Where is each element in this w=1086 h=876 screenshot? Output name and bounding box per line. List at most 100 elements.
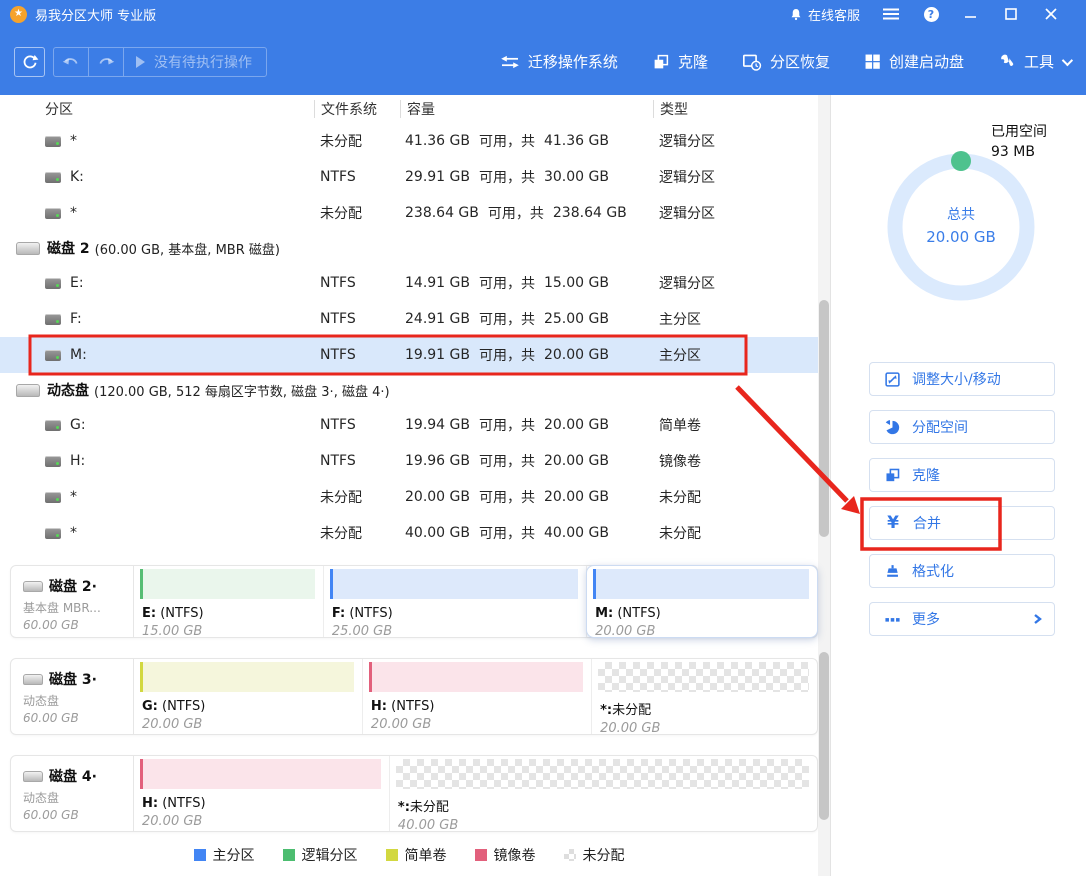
tools-label: 工具 [1024,51,1054,72]
clone-button[interactable]: 克隆 [652,51,708,72]
legend-swatch-mirror [475,849,487,861]
more-dots-icon [884,611,901,628]
disk-group-row[interactable]: 动态盘 (120.00 GB, 512 每扇区字节数, 磁盘 3·, 磁盘 4·… [0,373,818,407]
create-bootable-button[interactable]: 创建启动盘 [864,51,964,72]
disk-map-partition[interactable]: *:未分配 20.00 GB [592,659,817,734]
play-icon [136,56,145,68]
table-row[interactable]: H: NTFS 19.96 GB可用，共20.00 GB 镜像卷 [0,443,818,479]
format-icon [884,563,901,580]
minimize-button[interactable] [962,5,980,23]
partition-recovery-label: 分区恢复 [770,51,830,72]
close-icon [1045,8,1057,20]
redo-button[interactable] [89,48,123,76]
close-button[interactable] [1042,5,1060,23]
legend-swatch-unallocated [564,849,576,861]
table-row[interactable]: F: NTFS 24.91 GB可用，共25.00 GB 主分区 [0,301,818,337]
refresh-button[interactable] [14,47,45,77]
drive-icon [45,208,61,219]
drive-icon [45,456,61,467]
chevron-right-icon [1033,613,1042,625]
partition-bar [396,759,809,789]
clone-icon [652,53,670,71]
partition-recovery-button[interactable]: 分区恢复 [742,51,830,72]
partition-bar [140,569,315,599]
table-row-selected[interactable]: M: NTFS 19.91 GB可用，共20.00 GB 主分区 [0,337,818,373]
drive-icon [45,350,61,361]
total-capacity-value: 20.00 GB [901,228,1021,246]
disk-group-detail: (60.00 GB, 基本盘, MBR 磁盘) [95,239,280,258]
merge-icon: ¥ [884,515,902,532]
undo-icon [62,55,80,69]
disk-map-partition[interactable]: E: (NTFS) 15.00 GB [134,566,324,637]
partition-recovery-icon [742,53,762,71]
maximize-icon [1005,8,1017,20]
partition-bar [140,662,354,692]
partition-bar [140,759,381,789]
execute-pending-button[interactable]: 没有待执行操作 [124,48,266,76]
resize-move-button[interactable]: 调整大小/移动 [869,362,1055,396]
used-space-label: 已用空间 93 MB [991,122,1047,162]
drive-icon [45,172,61,183]
disk-map-card: 磁盘 4· 动态盘 60.00 GB H: (NTFS) 20.00 GB *:… [10,755,818,832]
clone-partition-button[interactable]: 克隆 [869,458,1055,492]
disk-group-row[interactable]: 磁盘 2 (60.00 GB, 基本盘, MBR 磁盘) [0,231,818,265]
partition-bar [369,662,583,692]
legend-item: 主分区 [194,845,255,865]
app-header: ★ 易我分区大师 专业版 在线客服 ? [0,0,1086,95]
disk-map-partition[interactable]: *:未分配 40.00 GB [390,756,817,831]
disk-map-partition[interactable]: F: (NTFS) 25.00 GB [324,566,587,637]
more-button[interactable]: 更多 [869,602,1055,636]
pie-chart-icon [884,419,901,436]
list-scrollbar-thumb[interactable] [819,300,829,537]
legend-item: 未分配 [564,845,625,865]
table-row[interactable]: E: NTFS 14.91 GB可用，共15.00 GB 逻辑分区 [0,265,818,301]
table-row[interactable]: * 未分配 41.36 GB可用，共41.36 GB 逻辑分区 [0,123,818,159]
disk-icon [23,674,43,685]
help-button[interactable]: ? [922,5,940,23]
column-partition: 分区 [0,100,314,118]
legend-swatch-simple [386,849,398,861]
donut-center-label: 总共 20.00 GB [901,204,1021,246]
column-type: 类型 [653,100,818,118]
disk-map-partition[interactable]: G: (NTFS) 20.00 GB [134,659,363,734]
table-row[interactable]: * 未分配 20.00 GB可用，共20.00 GB 未分配 [0,479,818,515]
disk-icon [16,384,40,397]
minimize-icon [965,8,977,20]
app-logo-icon: ★ [10,6,27,23]
table-row[interactable]: K: NTFS 29.91 GB可用，共30.00 GB 逻辑分区 [0,159,818,195]
table-row[interactable]: * 未分配 238.64 GB可用，共238.64 GB 逻辑分区 [0,195,818,231]
tools-menu-button[interactable]: 工具 [998,51,1070,72]
clone-label: 克隆 [678,51,708,72]
disk-map: 磁盘 2· 基本盘 MBR... 60.00 GB E: (NTFS) 15.0… [0,556,818,852]
migrate-os-button[interactable]: 迁移操作系统 [500,51,618,72]
disk-info: 磁盘 2· 基本盘 MBR... 60.00 GB [11,566,134,637]
merge-button[interactable]: ¥ 合并 [869,506,1055,540]
disk-info: 磁盘 4· 动态盘 60.00 GB [11,756,134,831]
list-header: 分区 文件系统 容量 类型 [0,95,818,123]
maximize-button[interactable] [1002,5,1020,23]
partition-bar [598,662,809,692]
legend-item: 镜像卷 [475,845,536,865]
refresh-icon [21,53,39,71]
menu-list-button[interactable] [882,5,900,23]
disk-group-name: 磁盘 2 [47,238,90,258]
map-scrollbar-thumb[interactable] [819,652,829,820]
disk-info: 磁盘 3· 动态盘 60.00 GB [11,659,134,734]
disk-map-partition[interactable]: H: (NTFS) 20.00 GB [363,659,592,734]
disk-icon [23,771,43,782]
disk-map-card: 磁盘 2· 基本盘 MBR... 60.00 GB E: (NTFS) 15.0… [10,565,818,638]
allocate-space-button[interactable]: 分配空间 [869,410,1055,444]
partition-bar [593,569,809,599]
migrate-os-label: 迁移操作系统 [528,51,618,72]
table-row[interactable]: G: NTFS 19.94 GB可用，共20.00 GB 简单卷 [0,407,818,443]
chevron-down-icon [1062,54,1073,65]
disk-icon [16,242,40,255]
table-row[interactable]: * 未分配 40.00 GB可用，共40.00 GB 未分配 [0,515,818,551]
online-service-button[interactable]: 在线客服 [789,5,860,24]
drive-icon [45,136,61,147]
disk-map-partition[interactable]: H: (NTFS) 20.00 GB [134,756,390,831]
legend-item: 逻辑分区 [283,845,358,865]
disk-map-partition-selected[interactable]: M: (NTFS) 20.00 GB [586,565,818,638]
format-button[interactable]: 格式化 [869,554,1055,588]
undo-button[interactable] [54,48,88,76]
